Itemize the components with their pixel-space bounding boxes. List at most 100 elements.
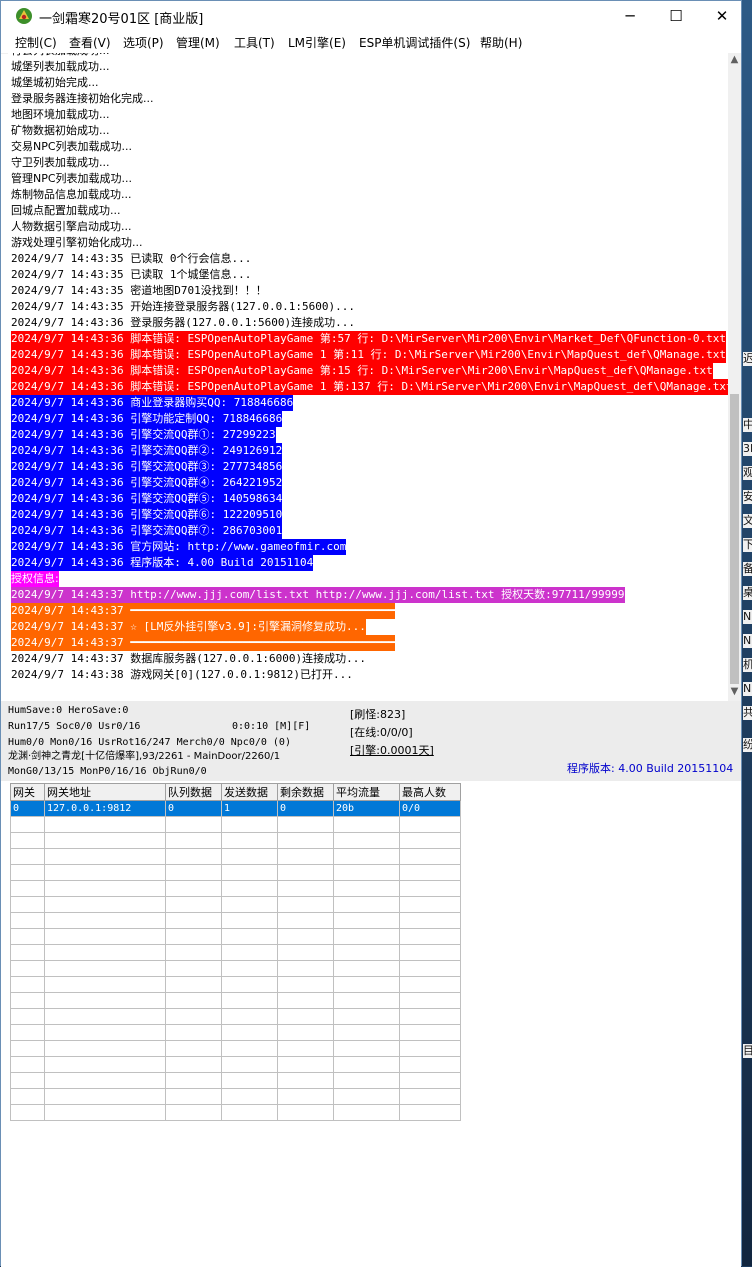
menu-view[interactable]: 查看(V) (69, 34, 111, 51)
table-row-empty[interactable] (10, 848, 461, 865)
table-cell (221, 1104, 278, 1121)
log-line: 2024/9/7 14:43:36 引擎交流QQ群④: 264221952 (11, 475, 283, 491)
col-gateway[interactable]: 网关 (10, 783, 45, 801)
close-button[interactable]: ✕ (699, 1, 745, 31)
table-cell (10, 1024, 45, 1041)
table-row-empty[interactable] (10, 1104, 461, 1121)
status-panel: HumSave:0 HeroSave:0 Run17/5 Soc0/0 Usr0… (1, 701, 741, 781)
version-label: 程序版本: 4.00 Build 20151104 (567, 762, 734, 775)
table-row-empty[interactable] (10, 1024, 461, 1041)
table-cell (399, 864, 461, 881)
desktop-icon-label[interactable]: 安 (743, 490, 752, 504)
maximize-button[interactable]: ☐ (653, 1, 699, 31)
scroll-thumb[interactable] (730, 394, 739, 684)
table-cell (221, 864, 278, 881)
table-cell (277, 1024, 334, 1041)
table-cell (277, 896, 334, 913)
desktop-icon-label[interactable]: 3D (743, 442, 752, 456)
table-row-empty[interactable] (10, 1056, 461, 1073)
desktop-icon-label[interactable]: 下 (743, 538, 752, 552)
col-max-users[interactable]: 最高人数 (399, 783, 461, 801)
table-row-empty[interactable] (10, 992, 461, 1009)
table-cell (333, 960, 400, 977)
table-cell (333, 912, 400, 929)
table-row-empty[interactable] (10, 1008, 461, 1025)
table-row-empty[interactable] (10, 976, 461, 993)
table-cell (333, 944, 400, 961)
menu-options[interactable]: 选项(P) (123, 34, 164, 51)
col-avg-traffic[interactable]: 平均流量 (333, 783, 400, 801)
scroll-up-icon[interactable]: ▲ (728, 53, 741, 67)
table-cell (165, 864, 222, 881)
table-cell (399, 896, 461, 913)
menu-esp-plugin[interactable]: ESP单机调试插件(S) (359, 34, 470, 51)
log-line: 管理NPC列表加载成功... (11, 172, 133, 185)
desktop-icon-label[interactable]: N (743, 610, 752, 624)
title-bar[interactable]: 一剑霜寒20号01区 [商业版] ─ ☐ ✕ (1, 1, 741, 31)
menu-manage[interactable]: 管理(M) (176, 34, 220, 51)
table-cell (333, 864, 400, 881)
desktop-icon-label[interactable]: 目 (743, 1044, 752, 1058)
table-row-empty[interactable] (10, 864, 461, 881)
table-row-empty[interactable] (10, 832, 461, 849)
menu-lm-engine[interactable]: LM引擎(E) (288, 34, 346, 51)
col-address[interactable]: 网关地址 (44, 783, 166, 801)
table-cell (333, 1024, 400, 1041)
desktop-icon-label[interactable]: 观 (743, 466, 752, 480)
server-window: 一剑霜寒20号01区 [商业版] ─ ☐ ✕ 控制(C) 查看(V) 选项(P)… (0, 0, 742, 1267)
desktop-icon-label[interactable]: 中 (743, 418, 752, 432)
menu-control[interactable]: 控制(C) (15, 34, 57, 51)
gateway-panel: 网关 网关地址 队列数据 发送数据 剩余数据 平均流量 最高人数 0 127.0.… (1, 781, 741, 1267)
table-row-empty[interactable] (10, 912, 461, 929)
desktop-icon-label[interactable]: N (743, 682, 752, 696)
table-row-empty[interactable] (10, 960, 461, 977)
table-row-empty[interactable] (10, 1072, 461, 1089)
table-cell (277, 816, 334, 833)
log-line: 2024/9/7 14:43:36 脚本错误: ESPOpenAutoPlayG… (11, 331, 727, 347)
desktop-icon-label[interactable]: 共 (743, 706, 752, 720)
log-output[interactable]: 行会列表加载成功...城堡列表加载成功...城堡城初始完成...登录服务器连接初… (8, 53, 741, 702)
col-sent[interactable]: 发送数据 (221, 783, 278, 801)
menu-help[interactable]: 帮助(H) (480, 34, 522, 51)
desktop-icon-label[interactable]: 纷 (743, 738, 752, 752)
table-row-empty[interactable] (10, 1040, 461, 1057)
desktop-icon-label[interactable]: 文 (743, 514, 752, 528)
table-cell (44, 992, 166, 1009)
table-row-empty[interactable] (10, 896, 461, 913)
table-cell (165, 896, 222, 913)
desktop-icon-label[interactable]: 机 (743, 658, 752, 672)
table-cell (165, 1104, 222, 1121)
table-cell (44, 944, 166, 961)
table-row-empty[interactable] (10, 944, 461, 961)
col-queue[interactable]: 队列数据 (165, 783, 222, 801)
scroll-down-icon[interactable]: ▼ (728, 685, 741, 699)
monster-refresh-label: [刷怪:823] (350, 708, 406, 721)
table-row-empty[interactable] (10, 1088, 461, 1105)
log-scrollbar[interactable]: ▲ ▼ (728, 53, 741, 701)
log-line: 2024/9/7 14:43:36 登录服务器(127.0.0.1:5600)连… (11, 316, 356, 329)
table-cell (165, 1088, 222, 1105)
minimize-button[interactable]: ─ (607, 1, 653, 31)
table-row-empty[interactable] (10, 928, 461, 945)
log-line: 2024/9/7 14:43:36 脚本错误: ESPOpenAutoPlayG… (11, 363, 713, 379)
log-line: 2024/9/7 14:43:36 引擎交流QQ群⑥: 122209510 (11, 507, 283, 523)
status-counts: Hum0/0 Mon0/16 UsrRot16/247 Merch0/0 Npc… (8, 737, 291, 748)
col-remaining[interactable]: 剩余数据 (277, 783, 334, 801)
menu-tools[interactable]: 工具(T) (234, 34, 275, 51)
table-cell (10, 992, 45, 1009)
table-cell (44, 960, 166, 977)
desktop-icon-label[interactable]: N (743, 634, 752, 648)
table-row[interactable]: 0 127.0.0.1:9812 0 1 0 20b 0/0 (10, 800, 461, 817)
table-cell (399, 1008, 461, 1025)
desktop-icon-label[interactable]: 桌 (743, 586, 752, 600)
app-icon (16, 8, 32, 24)
table-cell (44, 896, 166, 913)
table-cell (277, 912, 334, 929)
desktop-icon-label[interactable]: 迟 (743, 352, 752, 366)
log-line: 2024/9/7 14:43:35 开始连接登录服务器(127.0.0.1:56… (11, 300, 356, 313)
table-row-empty[interactable] (10, 880, 461, 897)
gateway-table[interactable]: 网关 网关地址 队列数据 发送数据 剩余数据 平均流量 最高人数 0 127.0.… (10, 783, 461, 1121)
desktop-icon-label[interactable]: 备 (743, 562, 752, 576)
table-row-empty[interactable] (10, 816, 461, 833)
table-cell (277, 832, 334, 849)
